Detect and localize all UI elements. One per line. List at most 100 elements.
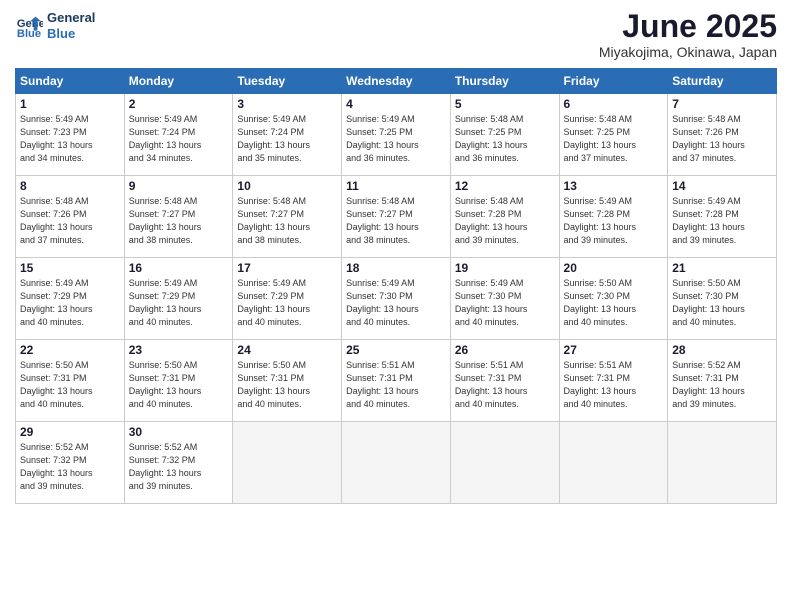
header-row: Sunday Monday Tuesday Wednesday Thursday…	[16, 69, 777, 94]
day-info: Sunrise: 5:48 AMSunset: 7:27 PMDaylight:…	[346, 195, 446, 247]
day-cell-25: 25 Sunrise: 5:51 AMSunset: 7:31 PMDaylig…	[342, 340, 451, 422]
title-block: June 2025 Miyakojima, Okinawa, Japan	[599, 10, 777, 60]
day-number: 9	[129, 179, 229, 193]
day-info: Sunrise: 5:49 AMSunset: 7:29 PMDaylight:…	[237, 277, 337, 329]
day-number: 20	[564, 261, 664, 275]
week-row: 8 Sunrise: 5:48 AMSunset: 7:26 PMDayligh…	[16, 176, 777, 258]
day-number: 29	[20, 425, 120, 439]
day-cell-20: 20 Sunrise: 5:50 AMSunset: 7:30 PMDaylig…	[559, 258, 668, 340]
day-cell-7: 7 Sunrise: 5:48 AMSunset: 7:26 PMDayligh…	[668, 94, 777, 176]
logo-icon: General Blue	[15, 12, 43, 40]
col-monday: Monday	[124, 69, 233, 94]
header: General Blue General Blue June 2025 Miya…	[15, 10, 777, 60]
week-row: 22 Sunrise: 5:50 AMSunset: 7:31 PMDaylig…	[16, 340, 777, 422]
col-wednesday: Wednesday	[342, 69, 451, 94]
day-cell-26: 26 Sunrise: 5:51 AMSunset: 7:31 PMDaylig…	[450, 340, 559, 422]
day-info: Sunrise: 5:49 AMSunset: 7:30 PMDaylight:…	[346, 277, 446, 329]
week-row: 15 Sunrise: 5:49 AMSunset: 7:29 PMDaylig…	[16, 258, 777, 340]
day-info: Sunrise: 5:51 AMSunset: 7:31 PMDaylight:…	[564, 359, 664, 411]
day-number: 6	[564, 97, 664, 111]
day-cell-16: 16 Sunrise: 5:49 AMSunset: 7:29 PMDaylig…	[124, 258, 233, 340]
day-cell-6: 6 Sunrise: 5:48 AMSunset: 7:25 PMDayligh…	[559, 94, 668, 176]
day-info: Sunrise: 5:49 AMSunset: 7:24 PMDaylight:…	[237, 113, 337, 165]
day-number: 15	[20, 261, 120, 275]
col-sunday: Sunday	[16, 69, 125, 94]
empty-cell	[233, 422, 342, 504]
day-number: 26	[455, 343, 555, 357]
day-cell-24: 24 Sunrise: 5:50 AMSunset: 7:31 PMDaylig…	[233, 340, 342, 422]
day-number: 4	[346, 97, 446, 111]
day-number: 5	[455, 97, 555, 111]
day-number: 24	[237, 343, 337, 357]
day-cell-17: 17 Sunrise: 5:49 AMSunset: 7:29 PMDaylig…	[233, 258, 342, 340]
day-info: Sunrise: 5:52 AMSunset: 7:31 PMDaylight:…	[672, 359, 772, 411]
col-friday: Friday	[559, 69, 668, 94]
day-info: Sunrise: 5:48 AMSunset: 7:27 PMDaylight:…	[237, 195, 337, 247]
day-number: 18	[346, 261, 446, 275]
day-info: Sunrise: 5:50 AMSunset: 7:30 PMDaylight:…	[564, 277, 664, 329]
day-cell-1: 1 Sunrise: 5:49 AMSunset: 7:23 PMDayligh…	[16, 94, 125, 176]
day-info: Sunrise: 5:52 AMSunset: 7:32 PMDaylight:…	[129, 441, 229, 493]
col-thursday: Thursday	[450, 69, 559, 94]
day-cell-9: 9 Sunrise: 5:48 AMSunset: 7:27 PMDayligh…	[124, 176, 233, 258]
day-number: 12	[455, 179, 555, 193]
day-number: 2	[129, 97, 229, 111]
day-info: Sunrise: 5:50 AMSunset: 7:30 PMDaylight:…	[672, 277, 772, 329]
day-info: Sunrise: 5:49 AMSunset: 7:29 PMDaylight:…	[20, 277, 120, 329]
day-info: Sunrise: 5:48 AMSunset: 7:28 PMDaylight:…	[455, 195, 555, 247]
calendar-container: General Blue General Blue June 2025 Miya…	[0, 0, 792, 514]
day-cell-22: 22 Sunrise: 5:50 AMSunset: 7:31 PMDaylig…	[16, 340, 125, 422]
day-number: 16	[129, 261, 229, 275]
day-number: 22	[20, 343, 120, 357]
day-cell-14: 14 Sunrise: 5:49 AMSunset: 7:28 PMDaylig…	[668, 176, 777, 258]
day-number: 13	[564, 179, 664, 193]
empty-cell	[450, 422, 559, 504]
day-number: 19	[455, 261, 555, 275]
svg-text:Blue: Blue	[17, 28, 41, 40]
day-info: Sunrise: 5:49 AMSunset: 7:25 PMDaylight:…	[346, 113, 446, 165]
day-cell-4: 4 Sunrise: 5:49 AMSunset: 7:25 PMDayligh…	[342, 94, 451, 176]
day-cell-13: 13 Sunrise: 5:49 AMSunset: 7:28 PMDaylig…	[559, 176, 668, 258]
day-number: 10	[237, 179, 337, 193]
day-cell-18: 18 Sunrise: 5:49 AMSunset: 7:30 PMDaylig…	[342, 258, 451, 340]
day-cell-10: 10 Sunrise: 5:48 AMSunset: 7:27 PMDaylig…	[233, 176, 342, 258]
day-number: 14	[672, 179, 772, 193]
day-cell-23: 23 Sunrise: 5:50 AMSunset: 7:31 PMDaylig…	[124, 340, 233, 422]
logo-general: General	[47, 10, 95, 26]
day-cell-8: 8 Sunrise: 5:48 AMSunset: 7:26 PMDayligh…	[16, 176, 125, 258]
day-number: 21	[672, 261, 772, 275]
day-info: Sunrise: 5:48 AMSunset: 7:25 PMDaylight:…	[455, 113, 555, 165]
empty-cell	[668, 422, 777, 504]
day-number: 28	[672, 343, 772, 357]
day-number: 7	[672, 97, 772, 111]
day-info: Sunrise: 5:49 AMSunset: 7:29 PMDaylight:…	[129, 277, 229, 329]
day-number: 17	[237, 261, 337, 275]
day-number: 8	[20, 179, 120, 193]
day-cell-15: 15 Sunrise: 5:49 AMSunset: 7:29 PMDaylig…	[16, 258, 125, 340]
logo-blue: Blue	[47, 26, 95, 42]
day-info: Sunrise: 5:49 AMSunset: 7:24 PMDaylight:…	[129, 113, 229, 165]
calendar-table: Sunday Monday Tuesday Wednesday Thursday…	[15, 68, 777, 504]
day-cell-12: 12 Sunrise: 5:48 AMSunset: 7:28 PMDaylig…	[450, 176, 559, 258]
day-info: Sunrise: 5:50 AMSunset: 7:31 PMDaylight:…	[20, 359, 120, 411]
day-info: Sunrise: 5:50 AMSunset: 7:31 PMDaylight:…	[129, 359, 229, 411]
day-info: Sunrise: 5:51 AMSunset: 7:31 PMDaylight:…	[346, 359, 446, 411]
day-cell-28: 28 Sunrise: 5:52 AMSunset: 7:31 PMDaylig…	[668, 340, 777, 422]
day-number: 1	[20, 97, 120, 111]
week-row: 29 Sunrise: 5:52 AMSunset: 7:32 PMDaylig…	[16, 422, 777, 504]
day-info: Sunrise: 5:48 AMSunset: 7:26 PMDaylight:…	[672, 113, 772, 165]
day-cell-21: 21 Sunrise: 5:50 AMSunset: 7:30 PMDaylig…	[668, 258, 777, 340]
day-number: 23	[129, 343, 229, 357]
day-number: 30	[129, 425, 229, 439]
day-info: Sunrise: 5:50 AMSunset: 7:31 PMDaylight:…	[237, 359, 337, 411]
calendar-body: 1 Sunrise: 5:49 AMSunset: 7:23 PMDayligh…	[16, 94, 777, 504]
day-info: Sunrise: 5:49 AMSunset: 7:23 PMDaylight:…	[20, 113, 120, 165]
calendar-subtitle: Miyakojima, Okinawa, Japan	[599, 44, 777, 60]
calendar-title: June 2025	[599, 10, 777, 42]
week-row: 1 Sunrise: 5:49 AMSunset: 7:23 PMDayligh…	[16, 94, 777, 176]
day-cell-19: 19 Sunrise: 5:49 AMSunset: 7:30 PMDaylig…	[450, 258, 559, 340]
day-info: Sunrise: 5:48 AMSunset: 7:25 PMDaylight:…	[564, 113, 664, 165]
day-info: Sunrise: 5:48 AMSunset: 7:27 PMDaylight:…	[129, 195, 229, 247]
day-cell-29: 29 Sunrise: 5:52 AMSunset: 7:32 PMDaylig…	[16, 422, 125, 504]
day-info: Sunrise: 5:48 AMSunset: 7:26 PMDaylight:…	[20, 195, 120, 247]
